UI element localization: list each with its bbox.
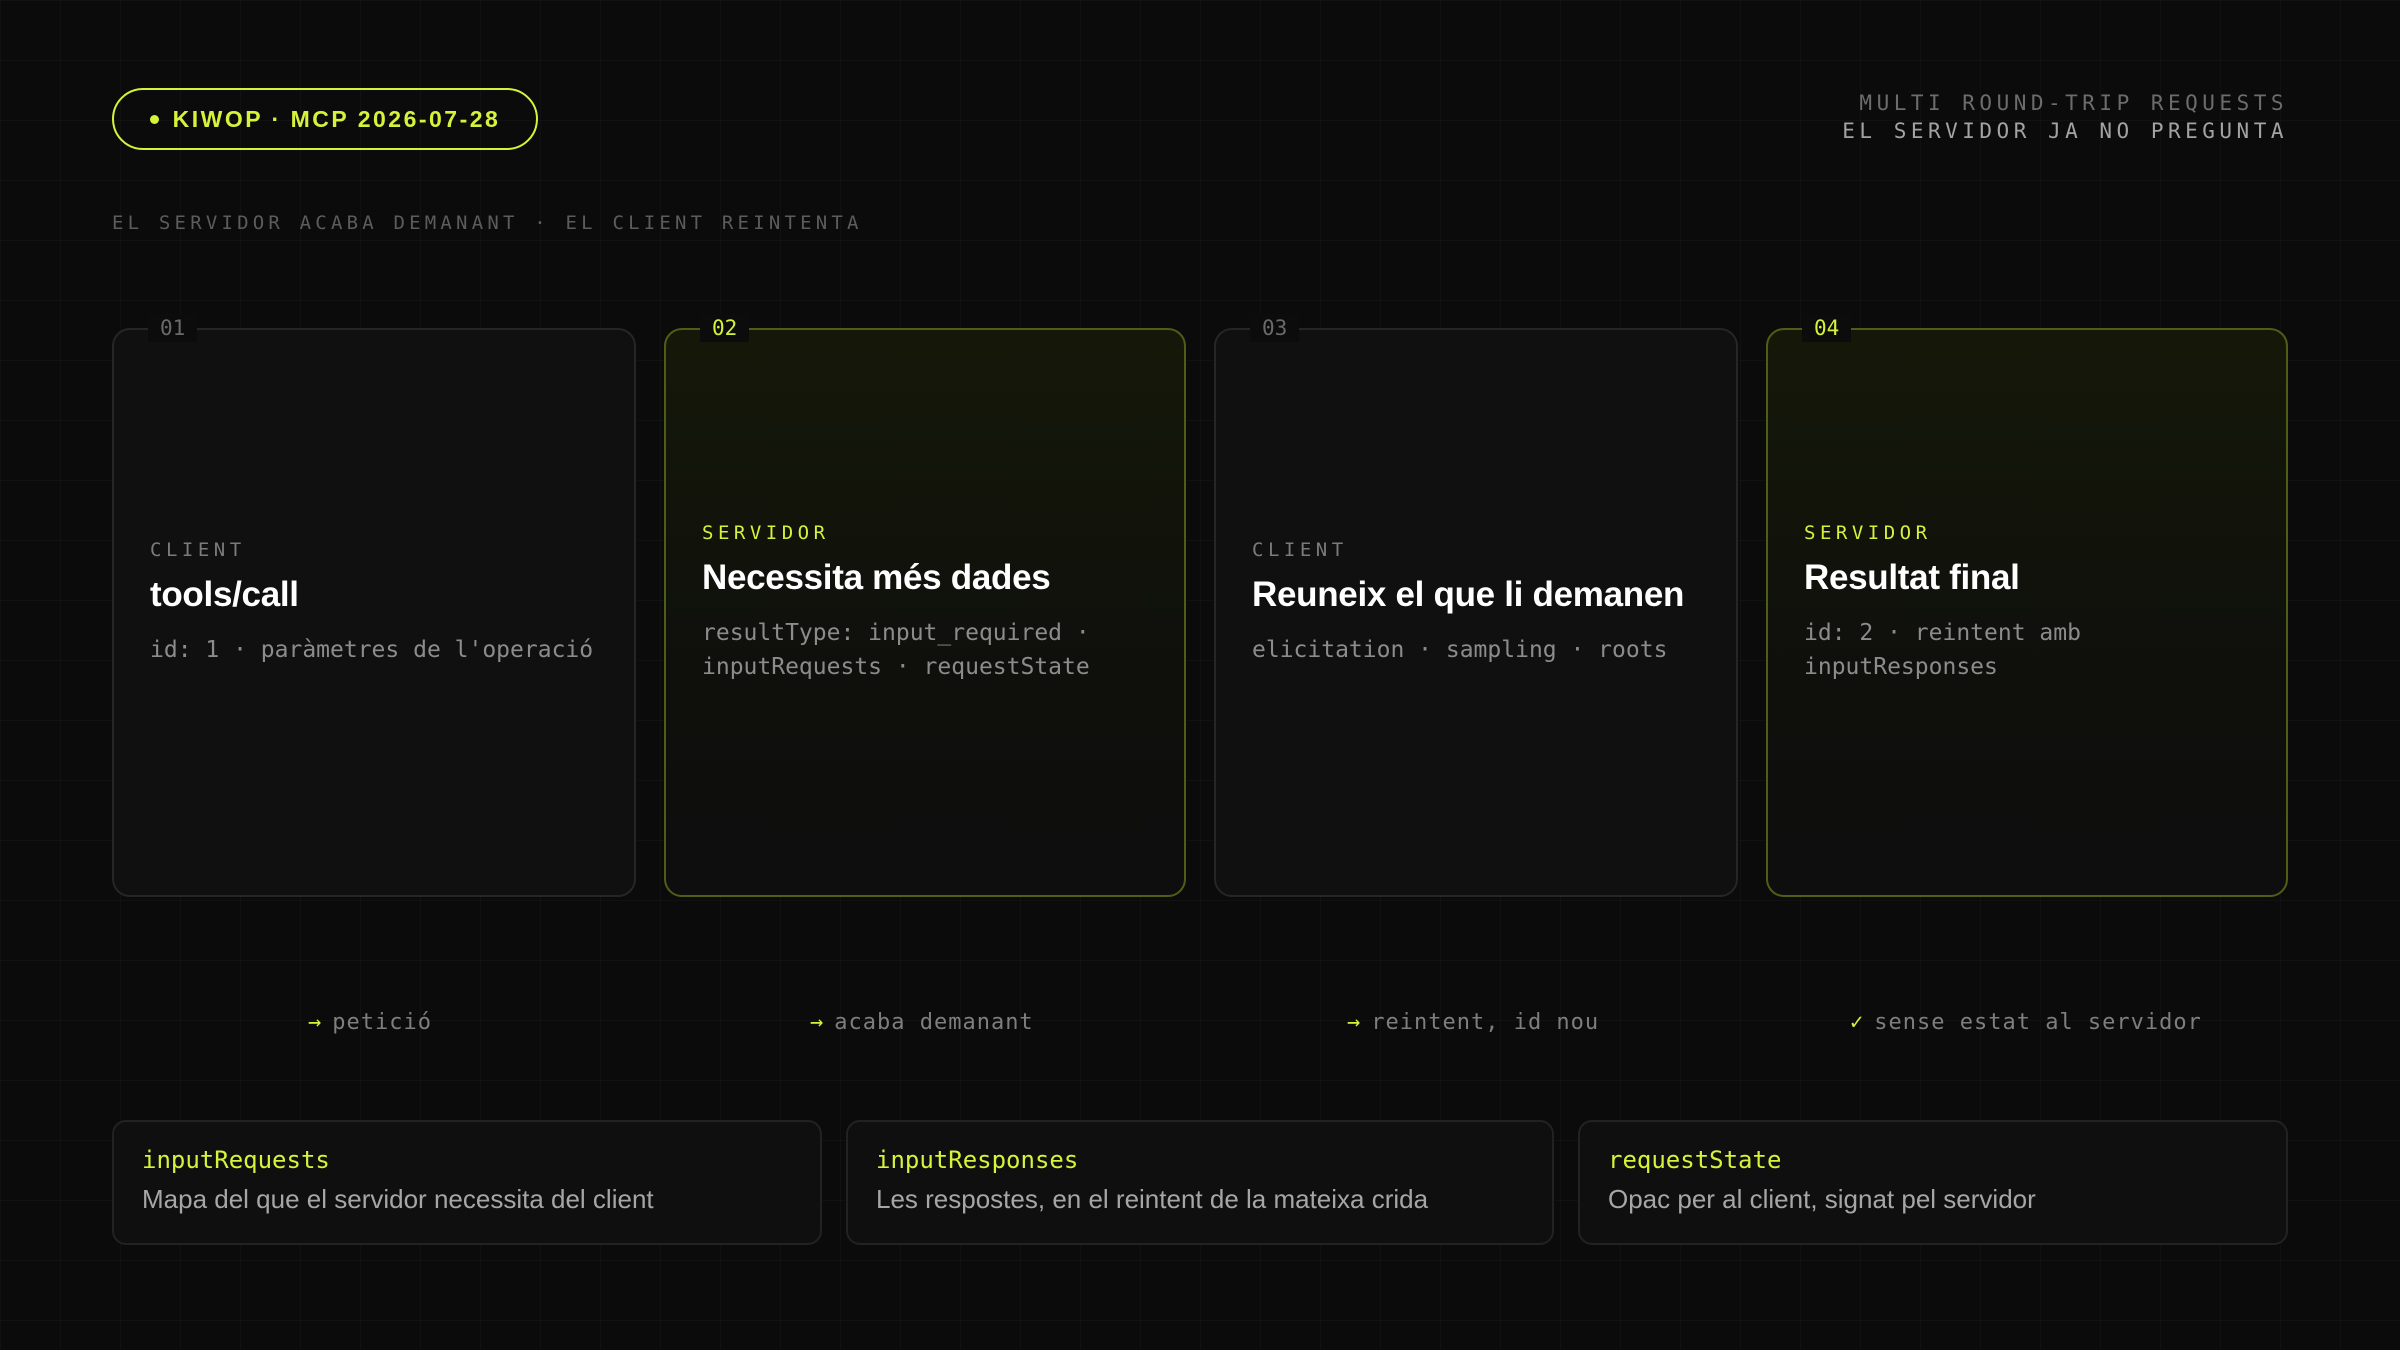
step-role: SERVIDOR (702, 521, 830, 544)
field-key: inputRequests (142, 1146, 330, 1174)
page-subtitle: EL SERVIDOR ACABA DEMANANT · EL CLIENT R… (112, 212, 863, 234)
step-title: Necessita més dades (702, 557, 1051, 597)
arrow-right-icon: → (1347, 1010, 1362, 1035)
step-description: resultType: input_required · inputReques… (702, 619, 1090, 680)
flow-label-4: ✓ sense estat al servidor (1850, 1010, 2202, 1035)
step-card-3: 03 CLIENT Reuneix el que li demanen elic… (1214, 314, 1738, 897)
top-right-heading: MULTI ROUND-TRIP REQUESTS EL SERVIDOR JA… (1842, 89, 2288, 145)
step-description: elicitation · sampling · roots (1252, 636, 1668, 663)
flow-label-1: → petició (308, 1010, 432, 1035)
heading-line-2: EL SERVIDOR JA NO PREGUNTA (1842, 119, 2288, 143)
heading-line-1: MULTI ROUND-TRIP REQUESTS (1859, 91, 2288, 115)
step-card-1: 01 CLIENT tools/call id: 1 · paràmetres … (112, 314, 636, 897)
field-card-request-state: requestState Opac per al client, signat … (1578, 1120, 2288, 1245)
spec-version-badge: KIWOP · MCP 2026-07-28 (112, 88, 538, 150)
field-description: Les respostes, en el reintent de la mate… (876, 1184, 1429, 1214)
step-role: CLIENT (150, 538, 246, 561)
field-card-input-responses: inputResponses Les respostes, en el rein… (846, 1120, 1554, 1245)
flow-text: petició (332, 1010, 432, 1035)
step-description: id: 1 · paràmetres de l'operació (150, 636, 594, 663)
field-card-input-requests: inputRequests Mapa del que el servidor n… (112, 1120, 822, 1245)
step-description: id: 2 · reintent amb inputResponses (1804, 619, 2081, 680)
step-title: Reuneix el que li demanen (1252, 574, 1685, 614)
flow-text: sense estat al servidor (1874, 1010, 2202, 1035)
flow-label-3: → reintent, id nou (1347, 1010, 1599, 1035)
badge-label: KIWOP · MCP 2026-07-28 (172, 105, 501, 132)
field-description: Mapa del que el servidor necessita del c… (142, 1184, 654, 1214)
check-icon: ✓ (1850, 1010, 1865, 1035)
step-role: CLIENT (1252, 538, 1348, 561)
field-key: inputResponses (876, 1146, 1079, 1174)
step-card-2: 02 SERVIDOR Necessita més dades resultTy… (664, 314, 1186, 897)
step-title: tools/call (150, 574, 299, 614)
step-card-4: 04 SERVIDOR Resultat final id: 2 · reint… (1766, 314, 2288, 897)
flow-text: reintent, id nou (1371, 1010, 1600, 1035)
step-title: Resultat final (1804, 557, 2020, 597)
arrow-right-icon: → (810, 1010, 825, 1035)
arrow-right-icon: → (308, 1010, 323, 1035)
field-description: Opac per al client, signat pel servidor (1608, 1184, 2036, 1214)
bullet-dot-icon (149, 114, 159, 124)
flow-label-2: → acaba demanant (810, 1010, 1034, 1035)
flow-text: acaba demanant (834, 1010, 1034, 1035)
field-key: requestState (1608, 1146, 1782, 1174)
step-role: SERVIDOR (1804, 521, 1932, 544)
